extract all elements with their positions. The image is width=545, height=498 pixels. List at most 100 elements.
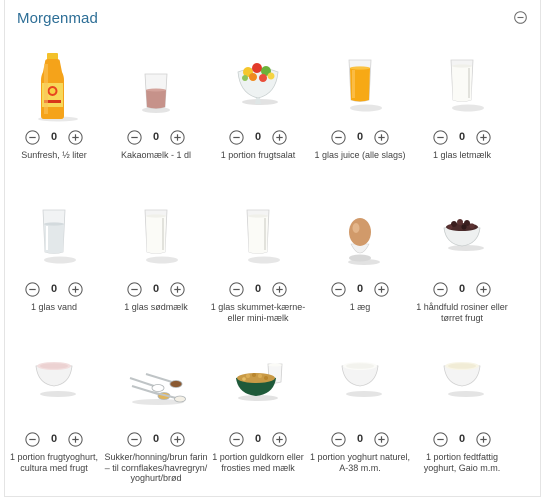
increase-button[interactable] [476,432,491,447]
increase-button[interactable] [68,130,83,145]
food-item: 0 1 glas vand [2,202,106,342]
decrease-button[interactable] [229,130,244,145]
decrease-button[interactable] [331,282,346,297]
quantity-value: 0 [152,283,160,295]
quantity-stepper: 0 [104,432,208,448]
item-label: 1 håndfuld rosiner eller tørret frugt [416,302,508,323]
quantity-value: 0 [356,131,364,143]
item-label: 1 glas sødmælk [124,302,188,312]
food-item: 0 1 glas skummet-kærne- eller mini-mælk [206,202,310,342]
quantity-stepper: 0 [308,432,412,448]
quantity-stepper: 0 [410,432,514,448]
item-label: 1 portion fedtfattig yoghurt, Gaio m.m. [423,452,501,473]
quantity-stepper: 0 [410,282,514,298]
decrease-button[interactable] [127,432,142,447]
item-label: Sunfresh, ½ liter [21,150,87,160]
food-item: 0 1 portion guldkorn eller frosties med … [206,352,310,492]
quantity-value: 0 [50,283,58,295]
food-item: 0 1 glas juice (alle slags) [308,50,412,190]
quantity-stepper: 0 [104,130,208,146]
item-label: Kakaomælk - 1 dl [120,150,192,160]
increase-button[interactable] [170,432,185,447]
item-label: 1 portion yoghurt naturel, A-38 m.m. [309,452,411,473]
food-item: 0 1 glas sødmælk [104,202,208,342]
yoghurt-bowl-icon [320,352,400,424]
decrease-button[interactable] [331,432,346,447]
raisins-bowl-icon [422,202,502,274]
food-item: 0 1 portion fedtfattig yoghurt, Gaio m.m… [410,352,514,492]
decrease-button[interactable] [433,282,448,297]
food-grid: 0 Sunfresh, ½ liter 0 Kakaomælk - 1 dl 0… [0,0,545,498]
increase-button[interactable] [272,282,287,297]
food-item: 0 1 glas letmælk [410,50,514,190]
fruit-salad-bowl-icon [218,50,298,122]
increase-button[interactable] [170,130,185,145]
food-item: 0 1 portion yoghurt naturel, A-38 m.m. [308,352,412,492]
quantity-stepper: 0 [308,130,412,146]
decrease-button[interactable] [229,282,244,297]
orange-juice-glass-icon [320,50,400,122]
increase-button[interactable] [272,130,287,145]
quantity-stepper: 0 [2,282,106,298]
decrease-button[interactable] [433,432,448,447]
decrease-button[interactable] [25,130,40,145]
item-label: Sukker/honning/brun farin – til cornflak… [104,452,208,483]
decrease-button[interactable] [25,282,40,297]
quantity-value: 0 [152,433,160,445]
item-label: 1 portion guldkorn eller frosties med mæ… [212,452,304,473]
item-label: 1 æg [349,302,371,312]
water-glass-icon [14,202,94,274]
yoghurt-bowl-icon [422,352,502,424]
juice-bottle-icon [14,50,94,122]
quantity-value: 0 [356,433,364,445]
quantity-stepper: 0 [206,432,310,448]
decrease-button[interactable] [25,432,40,447]
quantity-value: 0 [458,131,466,143]
milk-glass-icon [218,202,298,274]
increase-button[interactable] [68,432,83,447]
cereal-bowl-icon [218,352,298,424]
decrease-button[interactable] [127,282,142,297]
quantity-value: 0 [458,433,466,445]
increase-button[interactable] [476,130,491,145]
increase-button[interactable] [170,282,185,297]
food-item: 0 1 portion frugtsalat [206,50,310,190]
quantity-value: 0 [356,283,364,295]
quantity-stepper: 0 [206,130,310,146]
sugar-spoons-icon [116,352,196,424]
milk-glass-icon [116,202,196,274]
food-item: 0 1 æg [308,202,412,342]
quantity-stepper: 0 [410,130,514,146]
increase-button[interactable] [374,432,389,447]
increase-button[interactable] [374,282,389,297]
food-item: 0 Kakaomælk - 1 dl [104,50,208,190]
fruit-yoghurt-bowl-icon [14,352,94,424]
increase-button[interactable] [272,432,287,447]
decrease-button[interactable] [127,130,142,145]
quantity-value: 0 [458,283,466,295]
decrease-button[interactable] [433,130,448,145]
item-label: 1 glas juice (alle slags) [314,150,406,160]
quantity-value: 0 [254,433,262,445]
food-item: 0 1 portion frugtyoghurt, cultura med fr… [2,352,106,492]
food-item: 0 Sunfresh, ½ liter [2,50,106,190]
increase-button[interactable] [476,282,491,297]
item-label: 1 glas vand [30,302,78,312]
increase-button[interactable] [68,282,83,297]
quantity-value: 0 [254,283,262,295]
quantity-value: 0 [152,131,160,143]
egg-cup-icon [320,202,400,274]
quantity-value: 0 [50,433,58,445]
increase-button[interactable] [374,130,389,145]
chocolate-milk-glass-icon [116,50,196,122]
food-item: 0 Sukker/honning/brun farin – til cornfl… [104,352,208,492]
decrease-button[interactable] [229,432,244,447]
item-label: 1 glas letmælk [432,150,492,160]
item-label: 1 glas skummet-kærne- eller mini-mælk [210,302,306,323]
quantity-stepper: 0 [2,432,106,448]
quantity-value: 0 [50,131,58,143]
food-item: 0 1 håndfuld rosiner eller tørret frugt [410,202,514,342]
quantity-value: 0 [254,131,262,143]
milk-glass-icon [422,50,502,122]
decrease-button[interactable] [331,130,346,145]
